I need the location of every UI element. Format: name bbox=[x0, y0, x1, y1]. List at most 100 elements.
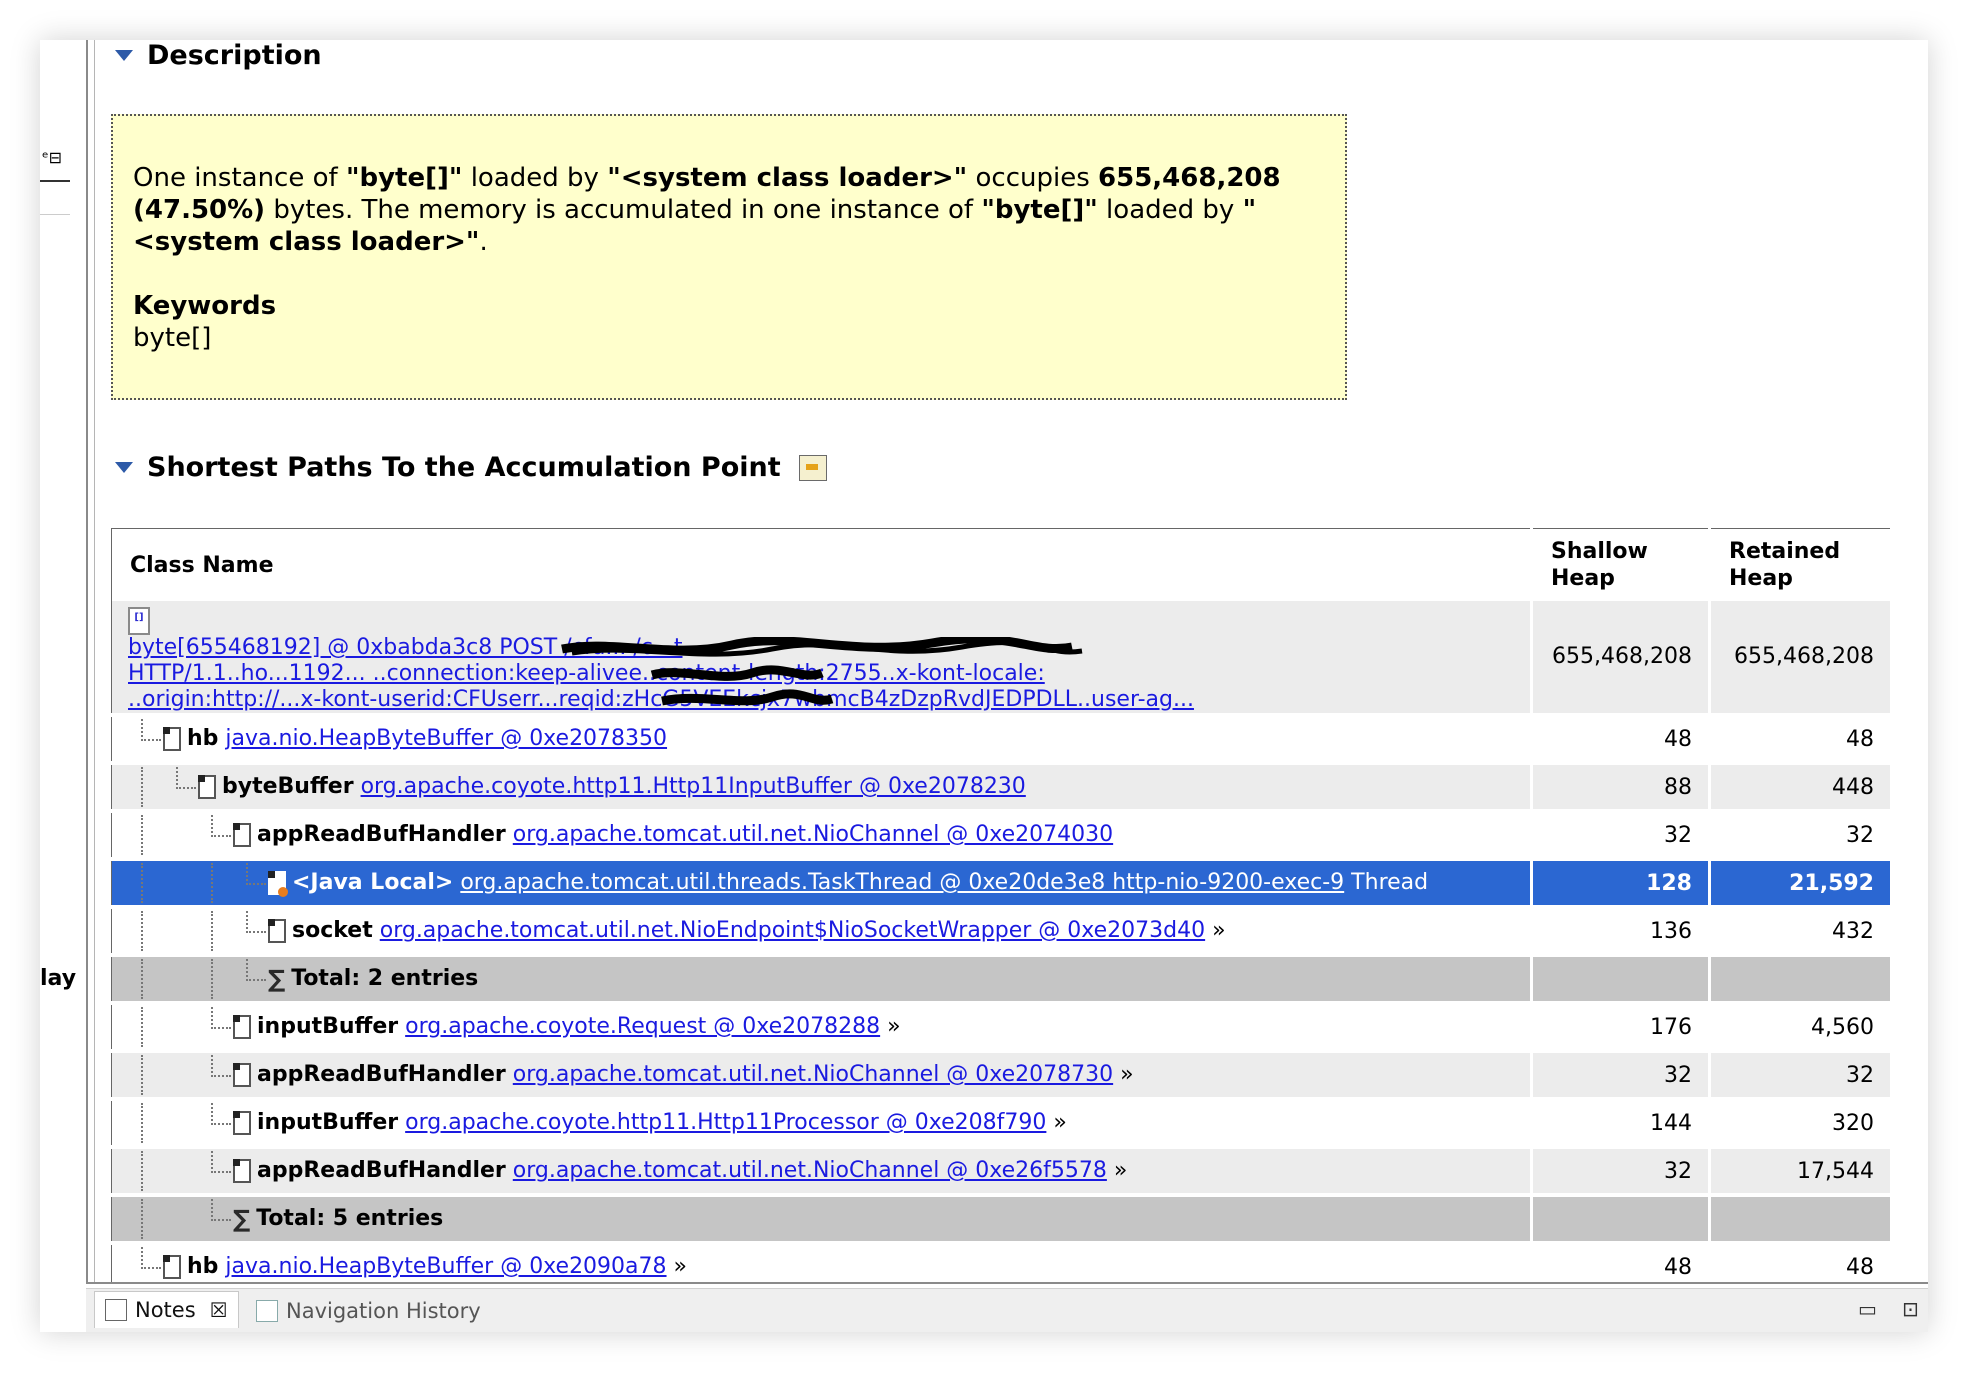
cell-class-name[interactable]: appReadBufHandler org.apache.tomcat.util… bbox=[111, 811, 1533, 861]
cell-class-name[interactable]: appReadBufHandler org.apache.tomcat.util… bbox=[111, 1147, 1533, 1197]
field-name: hb bbox=[187, 1254, 219, 1279]
tab-navigation-history[interactable]: Navigation History bbox=[256, 1299, 481, 1323]
col-header-retained-heap[interactable]: Retained Heap bbox=[1709, 528, 1893, 601]
collapse-triangle-icon[interactable] bbox=[115, 462, 133, 473]
tab-notes[interactable]: Notes ☒ bbox=[94, 1291, 239, 1328]
sidebar-label-fragment: lay bbox=[40, 966, 77, 991]
window-frame: ᵉ⊟ lay Description One instance of "byte… bbox=[40, 40, 1928, 1332]
cell-shallow-heap bbox=[1531, 955, 1711, 1005]
row-suffix: » bbox=[880, 1014, 901, 1039]
desc-text: loaded by bbox=[1097, 195, 1243, 225]
col-header-shallow-heap[interactable]: Shallow Heap bbox=[1531, 528, 1711, 601]
bottom-view-stack: Notes ☒ Navigation History ▭ ⊡ bbox=[86, 1288, 1928, 1332]
row-suffix: » bbox=[1113, 1062, 1134, 1087]
cell-retained-heap: 655,468,208 bbox=[1709, 601, 1893, 717]
cell-shallow-heap: 144 bbox=[1531, 1099, 1711, 1149]
table-row[interactable]: inputBuffer org.apache.coyote.http11.Htt… bbox=[111, 1099, 1893, 1149]
total-label: Total: 2 entries bbox=[291, 966, 479, 991]
cell-retained-heap: 32 bbox=[1709, 811, 1893, 861]
table-row[interactable]: hb java.nio.HeapByteBuffer @ 0xe2090a78 … bbox=[111, 1243, 1893, 1282]
sum-icon: ∑ bbox=[268, 965, 286, 993]
object-link[interactable]: org.apache.tomcat.util.net.NioChannel @ … bbox=[513, 822, 1113, 847]
object-link[interactable]: org.apache.coyote.http11.Http11InputBuff… bbox=[361, 774, 1026, 799]
cell-class-name[interactable]: socket org.apache.tomcat.util.net.NioEnd… bbox=[111, 907, 1533, 957]
cell-shallow-heap: 48 bbox=[1531, 1243, 1711, 1282]
cell-class-name[interactable]: ∑ Total: 5 entries bbox=[111, 1195, 1533, 1245]
field-name: inputBuffer bbox=[257, 1014, 399, 1039]
paths-section-header[interactable]: Shortest Paths To the Accumulation Point bbox=[115, 452, 827, 483]
root-link-line2[interactable]: HTTP/1.1..ho...1192... ..connection:keep… bbox=[128, 661, 1045, 686]
row-suffix: Thread bbox=[1344, 870, 1429, 895]
object-link[interactable]: org.apache.coyote.http11.Http11Processor… bbox=[405, 1110, 1046, 1135]
desc-text: One instance of bbox=[133, 163, 346, 193]
cell-class-name[interactable]: hb java.nio.HeapByteBuffer @ 0xe2078350 bbox=[111, 715, 1533, 765]
maximize-icon[interactable]: ⊡ bbox=[1902, 1297, 1919, 1321]
object-link[interactable]: java.nio.HeapByteBuffer @ 0xe2090a78 bbox=[225, 1254, 666, 1279]
object-icon bbox=[163, 1255, 181, 1279]
object-icon bbox=[268, 919, 286, 943]
report-content[interactable]: Description One instance of "byte[]" loa… bbox=[94, 40, 1928, 1282]
cell-retained-heap: 48 bbox=[1709, 715, 1893, 765]
cell-class-name[interactable]: [] byte[655468192] @ 0xbabda3c8 POST /cf… bbox=[111, 601, 1533, 717]
desc-bold: "byte[]" bbox=[345, 163, 463, 193]
total-row[interactable]: ∑ Total: 2 entries bbox=[111, 955, 1893, 1005]
table-row[interactable]: appReadBufHandler org.apache.tomcat.util… bbox=[111, 811, 1893, 861]
notes-icon bbox=[105, 1299, 127, 1321]
root-link-line1[interactable]: byte[655468192] @ 0xbabda3c8 POST /cfu..… bbox=[128, 635, 683, 660]
tree-lines bbox=[128, 1149, 233, 1191]
open-in-query-icon[interactable] bbox=[798, 454, 827, 481]
cell-shallow-heap: 32 bbox=[1531, 1147, 1711, 1197]
description-section-header[interactable]: Description bbox=[115, 40, 322, 71]
cell-class-name[interactable]: hb java.nio.HeapByteBuffer @ 0xe2090a78 … bbox=[111, 1243, 1533, 1282]
row-suffix: » bbox=[666, 1254, 687, 1279]
cell-retained-heap: 432 bbox=[1709, 907, 1893, 957]
minimize-icon[interactable]: ▭ bbox=[1858, 1297, 1877, 1321]
left-panel-fragment: ᵉ⊟ lay bbox=[40, 40, 86, 1332]
cell-class-name[interactable]: <Java Local> org.apache.tomcat.util.thre… bbox=[111, 859, 1533, 909]
paths-table: Class Name Shallow Heap Retained Heap []… bbox=[111, 528, 1893, 1282]
layout-icon[interactable]: ᵉ⊟ bbox=[42, 148, 62, 167]
object-link[interactable]: java.nio.HeapByteBuffer @ 0xe2078350 bbox=[225, 726, 667, 751]
table-row[interactable]: socket org.apache.tomcat.util.net.NioEnd… bbox=[111, 907, 1893, 957]
cell-shallow-heap: 32 bbox=[1531, 1051, 1711, 1101]
table-row[interactable]: hb java.nio.HeapByteBuffer @ 0xe2078350 4… bbox=[111, 715, 1893, 765]
tree-lines bbox=[128, 765, 198, 807]
table-row[interactable]: <Java Local> org.apache.tomcat.util.thre… bbox=[111, 859, 1893, 909]
cell-class-name[interactable]: byteBuffer org.apache.coyote.http11.Http… bbox=[111, 763, 1533, 813]
cell-shallow-heap bbox=[1531, 1195, 1711, 1245]
object-link[interactable]: org.apache.tomcat.util.threads.TaskThrea… bbox=[460, 870, 1344, 895]
table-row[interactable]: appReadBufHandler org.apache.tomcat.util… bbox=[111, 1147, 1893, 1197]
root-link-line3[interactable]: ..origin:http://...x-kont-userid:CFUserr… bbox=[128, 687, 1194, 711]
object-icon bbox=[233, 823, 251, 847]
tab-notes-label: Notes bbox=[135, 1298, 196, 1322]
table-row[interactable]: inputBuffer org.apache.coyote.Request @ … bbox=[111, 1003, 1893, 1053]
cell-class-name[interactable]: appReadBufHandler org.apache.tomcat.util… bbox=[111, 1051, 1533, 1101]
tree-lines bbox=[128, 1053, 233, 1095]
table-row[interactable]: [] byte[655468192] @ 0xbabda3c8 POST /cf… bbox=[111, 601, 1893, 717]
object-icon bbox=[198, 775, 216, 799]
tree-lines bbox=[128, 861, 268, 903]
object-link[interactable]: org.apache.coyote.Request @ 0xe2078288 bbox=[405, 1014, 880, 1039]
desc-text: occupies bbox=[967, 163, 1099, 193]
object-link[interactable]: org.apache.tomcat.util.net.NioChannel @ … bbox=[513, 1062, 1113, 1087]
cell-class-name[interactable]: inputBuffer org.apache.coyote.http11.Htt… bbox=[111, 1099, 1533, 1149]
object-link[interactable]: org.apache.tomcat.util.net.NioChannel @ … bbox=[513, 1158, 1107, 1183]
table-row[interactable]: byteBuffer org.apache.coyote.http11.Http… bbox=[111, 763, 1893, 813]
close-icon[interactable]: ☒ bbox=[210, 1298, 228, 1322]
cell-shallow-heap: 48 bbox=[1531, 715, 1711, 765]
field-name: socket bbox=[292, 918, 373, 943]
cell-class-name[interactable]: ∑ Total: 2 entries bbox=[111, 955, 1533, 1005]
tree-lines bbox=[128, 1197, 233, 1239]
navigation-history-icon bbox=[256, 1300, 278, 1322]
object-icon bbox=[163, 727, 181, 751]
col-header-class-name[interactable]: Class Name bbox=[111, 528, 1533, 601]
total-label: Total: 5 entries bbox=[256, 1206, 444, 1231]
collapse-triangle-icon[interactable] bbox=[115, 50, 133, 61]
total-row[interactable]: ∑ Total: 5 entries bbox=[111, 1195, 1893, 1245]
cell-class-name[interactable]: inputBuffer org.apache.coyote.Request @ … bbox=[111, 1003, 1533, 1053]
table-row[interactable]: appReadBufHandler org.apache.tomcat.util… bbox=[111, 1051, 1893, 1101]
cell-shallow-heap: 176 bbox=[1531, 1003, 1711, 1053]
object-link[interactable]: org.apache.tomcat.util.net.NioEndpoint$N… bbox=[380, 918, 1205, 943]
tree-lines bbox=[128, 957, 268, 999]
sum-icon: ∑ bbox=[233, 1205, 251, 1233]
